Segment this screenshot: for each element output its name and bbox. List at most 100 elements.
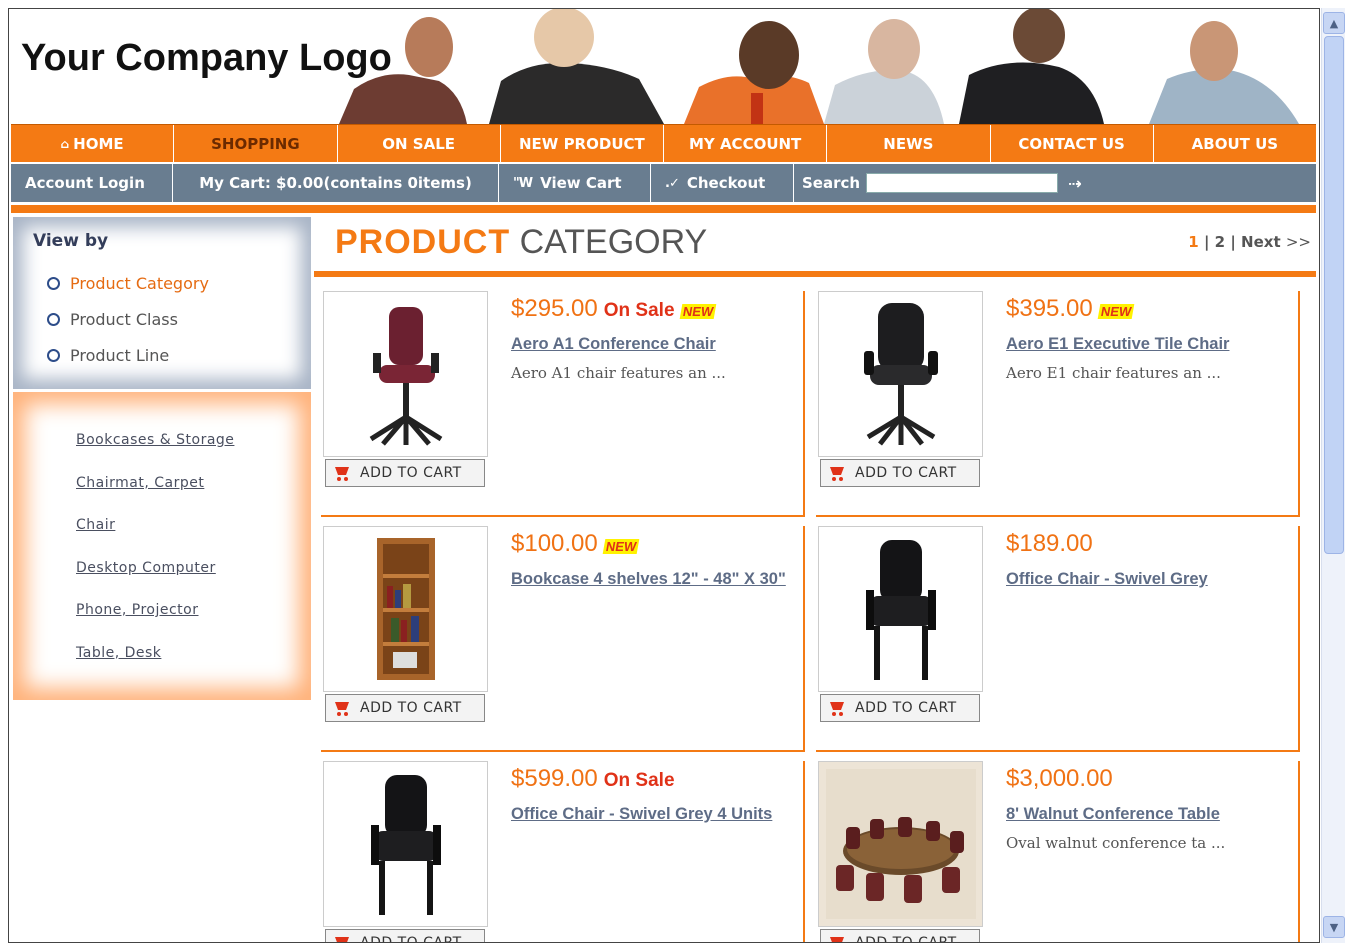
browser-page: Your Company Logo ⌂ HOME SHOPPING ON SALE… (8, 8, 1320, 943)
page-title-light: CATEGORY (519, 223, 708, 261)
category-phone-projector[interactable]: Phone, Projector (76, 602, 234, 645)
nav-news[interactable]: NEWS (827, 125, 991, 162)
nav-home[interactable]: ⌂ HOME (11, 125, 175, 162)
next-page-link[interactable]: Next (1241, 233, 1281, 251)
product-info: $599.00 On Sale Office Chair - Swivel Gre… (511, 765, 801, 826)
pagination: 1 | 2 | Next >> (1188, 233, 1311, 251)
category-chair[interactable]: Chair (76, 517, 234, 560)
add-to-cart-button[interactable]: ADD TO CART (820, 459, 980, 487)
nav-new-product[interactable]: NEW PRODUCT (501, 125, 664, 162)
product-card: ADD TO CART $395.00 NEW Aero E1 Executive… (816, 291, 1300, 517)
product-price: $100.00 (511, 530, 598, 557)
product-card: ADD TO CART $100.00 NEW Bookcase 4 shelve… (321, 526, 805, 752)
search-area: Search ⇢ (794, 173, 1081, 193)
chair-image (863, 303, 938, 446)
product-price: $189.00 (1006, 530, 1093, 557)
cart-summary[interactable]: My Cart: $0.00(contains 0items) (173, 164, 499, 202)
view-by-panel: View by Product Category Product Class P… (13, 217, 311, 389)
new-badge: NEW (1097, 304, 1135, 319)
view-by-options: Product Category Product Class Product L… (47, 265, 209, 373)
category-table-desk[interactable]: Table, Desk (76, 645, 234, 688)
product-name-link[interactable]: Bookcase 4 shelves 12" - 48" X 30" (511, 568, 801, 591)
radio-icon (47, 348, 60, 362)
product-price: $295.00 (511, 295, 598, 322)
product-name-link[interactable]: Aero E1 Executive Tile Chair (1006, 333, 1296, 356)
nav-my-account[interactable]: MY ACCOUNT (664, 125, 828, 162)
product-info: $395.00 NEW Aero E1 Executive Tile Chair … (1006, 295, 1296, 382)
product-name-link[interactable]: Office Chair - Swivel Grey (1006, 568, 1296, 591)
product-price: $3,000.00 (1006, 765, 1113, 792)
nav-contact-us[interactable]: CONTACT US (991, 125, 1154, 162)
product-card: ADD TO CART $295.00 On Sale NEW Aero A1 Co… (321, 291, 805, 517)
add-to-cart-button[interactable]: ADD TO CART (325, 929, 485, 942)
radio-icon (47, 276, 60, 290)
nav-shopping[interactable]: SHOPPING (174, 125, 338, 162)
product-info: $100.00 NEW Bookcase 4 shelves 12" - 48" … (511, 530, 801, 591)
page-2[interactable]: 2 (1215, 233, 1225, 251)
nav-about-us[interactable]: ABOUT US (1154, 125, 1316, 162)
cart-arrow-icon (326, 463, 360, 483)
product-image[interactable] (818, 526, 983, 692)
home-icon: ⌂ (60, 136, 70, 151)
search-go-icon[interactable]: ⇢ (1068, 174, 1081, 193)
product-price: $395.00 (1006, 295, 1093, 322)
scroll-up-icon[interactable]: ▲ (1323, 12, 1345, 34)
vertical-scrollbar[interactable]: ▲ ▼ (1321, 8, 1345, 943)
product-description: Aero E1 chair features an ... (1006, 364, 1221, 382)
product-card: ADD TO CART $3,000.00 8' Walnut Conferen… (816, 761, 1300, 942)
product-image[interactable] (323, 291, 488, 457)
scroll-down-icon[interactable]: ▼ (1323, 916, 1345, 938)
checkout-link[interactable]: .✓ Checkout (651, 164, 794, 202)
account-login-link[interactable]: Account Login (11, 164, 173, 202)
product-image[interactable] (323, 526, 488, 692)
add-to-cart-button[interactable]: ADD TO CART (325, 459, 485, 487)
search-input[interactable] (866, 173, 1059, 193)
category-list: Bookcases & Storage Chairmat, Carpet Cha… (76, 432, 234, 687)
next-arrows[interactable]: >> (1286, 233, 1311, 251)
product-name-link[interactable]: Aero A1 Conference Chair (511, 333, 801, 356)
on-sale-badge: On Sale (603, 770, 675, 791)
product-name-link[interactable]: 8' Walnut Conference Table (1006, 803, 1296, 826)
product-description: Oval walnut conference ta ... (1006, 834, 1226, 852)
scroll-thumb[interactable] (1324, 36, 1344, 554)
on-sale-badge: On Sale (603, 300, 675, 321)
cart-arrow-icon (326, 698, 360, 718)
category-chairmat-carpet[interactable]: Chairmat, Carpet (76, 475, 234, 518)
view-by-product-class[interactable]: Product Class (47, 301, 209, 337)
page-title-bold: PRODUCT (335, 223, 511, 261)
add-to-cart-button[interactable]: ADD TO CART (820, 929, 980, 942)
view-by-product-line[interactable]: Product Line (47, 337, 209, 373)
product-image[interactable] (818, 761, 983, 927)
radio-icon (47, 312, 60, 326)
page-1[interactable]: 1 (1188, 233, 1198, 251)
view-cart-link[interactable]: "W View Cart (499, 164, 651, 202)
product-card: ADD TO CART $189.00 Office Chair - Swive… (816, 526, 1300, 752)
checkmark-icon: .✓ (665, 175, 680, 191)
product-image[interactable] (818, 291, 983, 457)
view-by-product-category[interactable]: Product Category (47, 265, 209, 301)
product-info: $3,000.00 8' Walnut Conference Table Ova… (1006, 765, 1296, 852)
add-to-cart-button[interactable]: ADD TO CART (325, 694, 485, 722)
product-image[interactable] (323, 761, 488, 927)
cart-arrow-icon (326, 933, 360, 942)
new-badge: NEW (679, 304, 717, 319)
product-description: Aero A1 chair features an ... (511, 364, 726, 382)
nav-on-sale[interactable]: ON SALE (338, 125, 501, 162)
category-desktop-computer[interactable]: Desktop Computer (76, 560, 234, 603)
account-bar: Account Login My Cart: $0.00(contains 0i… (11, 164, 1316, 202)
product-name-link[interactable]: Office Chair - Swivel Grey 4 Units (511, 803, 801, 826)
category-bookcases-storage[interactable]: Bookcases & Storage (76, 432, 234, 475)
category-panel: Bookcases & Storage Chairmat, Carpet Cha… (13, 392, 311, 700)
product-card: ADD TO CART $599.00 On Sale Office Chair … (321, 761, 805, 942)
cart-arrow-icon (821, 463, 855, 483)
add-to-cart-button[interactable]: ADD TO CART (820, 694, 980, 722)
page-sep: | (1203, 233, 1210, 251)
content-divider (314, 271, 1316, 277)
site-header: Your Company Logo (9, 9, 1319, 124)
new-badge: NEW (602, 539, 640, 554)
search-label: Search (802, 174, 861, 192)
view-by-title: View by (33, 231, 109, 251)
bookcase-image (376, 538, 435, 680)
company-logo[interactable]: Your Company Logo (21, 37, 392, 80)
product-info: $189.00 Office Chair - Swivel Grey (1006, 530, 1296, 591)
